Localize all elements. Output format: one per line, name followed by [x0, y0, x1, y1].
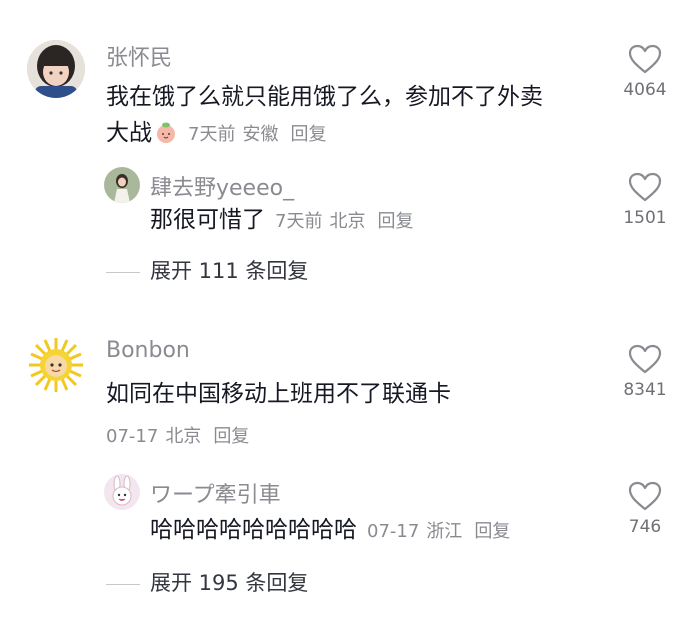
divider-line [106, 271, 140, 273]
username[interactable]: 张怀民 [106, 40, 172, 72]
like-count: 8341 [623, 380, 667, 400]
like-button[interactable]: 4064 [605, 44, 685, 100]
reply-button[interactable]: 回复 [290, 124, 326, 145]
heart-icon [628, 481, 662, 511]
expand-replies-label: 展开 111 条回复 [150, 259, 309, 283]
reply-content: 那很可惜了 [150, 207, 265, 233]
divider-line [106, 583, 140, 585]
reply-time: 07-17 [367, 521, 420, 542]
reply-button[interactable]: 回复 [377, 211, 413, 232]
username[interactable]: 肆去野yeeeo_ [150, 170, 294, 202]
reply-location: 浙江 [426, 521, 463, 542]
avatar[interactable] [27, 336, 85, 394]
reply-content: 哈哈哈哈哈哈哈哈哈 [150, 517, 357, 543]
reply-text: 哈哈哈哈哈哈哈哈哈 07-17 浙江 回复 [150, 512, 610, 550]
heart-icon [628, 344, 662, 374]
reply-button[interactable]: 回复 [213, 426, 249, 447]
avatar[interactable] [104, 474, 140, 510]
comment-text-line2: 大战 7天前 安徽 回复 [106, 115, 616, 153]
reply-time: 7天前 [275, 211, 323, 232]
like-button[interactable]: 1501 [605, 172, 685, 228]
heart-icon [628, 44, 662, 74]
comment-location: 安徽 [242, 124, 279, 145]
username[interactable]: Bonbon [106, 338, 190, 363]
like-count: 746 [628, 517, 662, 537]
comment-time: 7天前 [188, 124, 236, 145]
expand-replies-button[interactable]: 展开 195 条回复 [106, 567, 308, 597]
comment-text: 我在饿了么就只能用饿了么，参加不了外卖 大战 7天前 安徽 回复 [106, 79, 616, 153]
reply-text: 那很可惜了 7天前 北京 回复 [150, 202, 610, 240]
comment-text: 如同在中国移动上班用不了联通卡 [106, 381, 451, 407]
comment-text-line: 我在饿了么就只能用饿了么，参加不了外卖 [106, 84, 543, 110]
username[interactable]: ワープ牽引車 [150, 477, 281, 509]
comment-meta: 07-17 北京 回复 [106, 422, 249, 448]
expand-replies-label: 展开 195 条回复 [150, 571, 309, 595]
like-count: 4064 [623, 80, 667, 100]
comment-text-tail: 大战 [106, 120, 152, 146]
like-button[interactable]: 8341 [605, 344, 685, 400]
like-count: 1501 [623, 208, 667, 228]
reply-button[interactable]: 回复 [474, 521, 510, 542]
reply-location: 北京 [329, 211, 366, 232]
heart-icon [628, 172, 662, 202]
like-button[interactable]: 746 [605, 481, 685, 537]
peach-emoji-icon [157, 122, 175, 143]
comment-location: 北京 [165, 426, 202, 447]
expand-replies-button[interactable]: 展开 111 条回复 [106, 255, 308, 285]
avatar[interactable] [104, 167, 140, 203]
comment-time: 07-17 [106, 426, 159, 447]
avatar[interactable] [27, 40, 85, 98]
